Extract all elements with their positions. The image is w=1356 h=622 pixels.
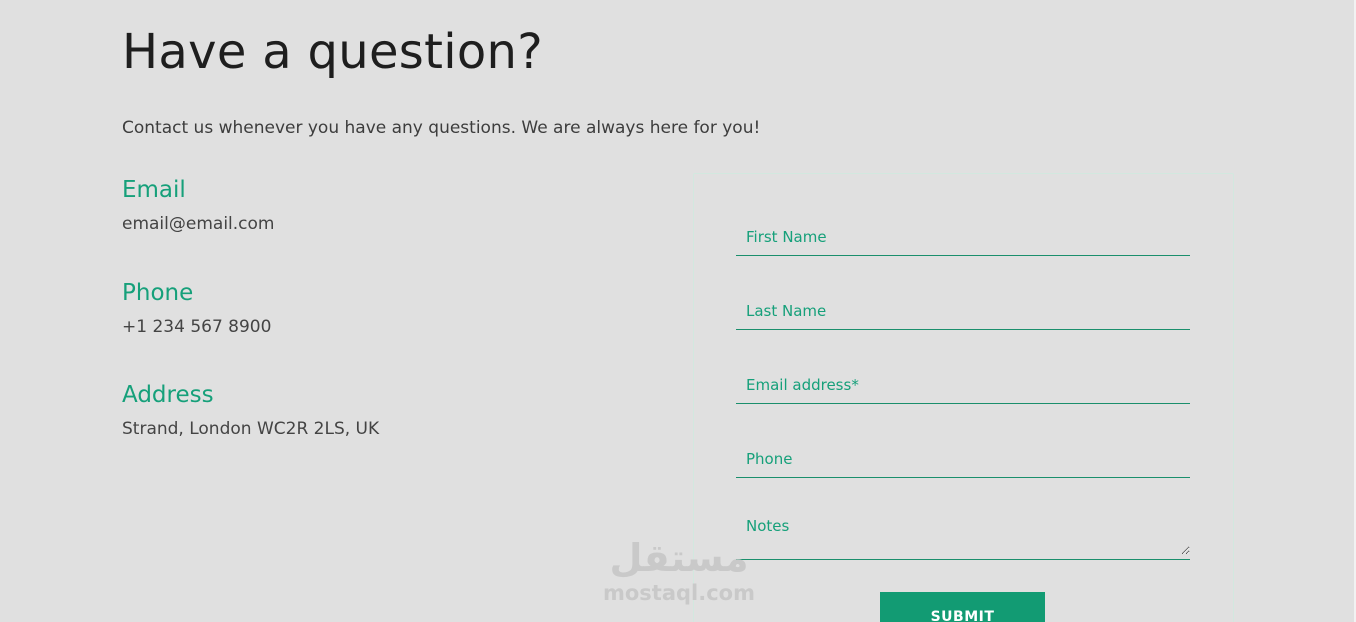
phone-title: Phone bbox=[122, 280, 194, 306]
phone-input[interactable] bbox=[736, 441, 1190, 477]
submit-button[interactable]: SUBMIT bbox=[880, 592, 1045, 622]
last-name-field bbox=[736, 293, 1190, 330]
address-title: Address bbox=[122, 382, 214, 408]
email-value: email@email.com bbox=[122, 214, 275, 234]
notes-field bbox=[736, 509, 1190, 560]
phone-value: +1 234 567 8900 bbox=[122, 317, 272, 337]
address-info: Address Strand, London WC2R 2LS, UK bbox=[122, 380, 379, 439]
email-field bbox=[736, 367, 1190, 404]
page-title: Have a question? bbox=[122, 24, 544, 80]
submit-button-label: SUBMIT bbox=[930, 609, 995, 622]
address-value: Strand, London WC2R 2LS, UK bbox=[122, 419, 380, 439]
first-name-field bbox=[736, 219, 1190, 256]
last-name-input[interactable] bbox=[736, 293, 1190, 329]
email-input[interactable] bbox=[736, 367, 1190, 403]
notes-textarea[interactable] bbox=[736, 509, 1190, 555]
phone-info: Phone +1 234 567 8900 bbox=[122, 278, 271, 337]
email-title: Email bbox=[122, 177, 186, 203]
email-info: Email email@email.com bbox=[122, 175, 274, 234]
contact-page: Have a question? Contact us whenever you… bbox=[0, 0, 1356, 622]
first-name-input[interactable] bbox=[736, 219, 1190, 255]
intro-text: Contact us whenever you have any questio… bbox=[122, 118, 761, 138]
phone-field bbox=[736, 441, 1190, 478]
